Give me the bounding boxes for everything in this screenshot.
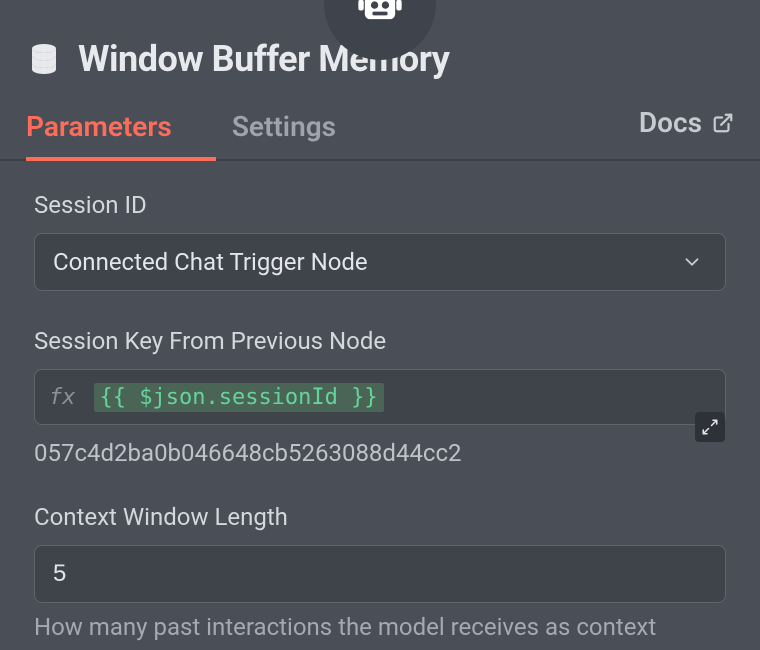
label-context-window: Context Window Length	[34, 503, 726, 531]
expression-chip: {{ $json.sessionId }}	[94, 383, 384, 412]
field-session-key: Session Key From Previous Node fx {{ $js…	[34, 327, 726, 467]
field-context-window: Context Window Length How many past inte…	[34, 503, 726, 641]
docs-label: Docs	[639, 106, 702, 139]
session-key-expression-input[interactable]: fx {{ $json.sessionId }}	[34, 369, 726, 425]
label-session-key: Session Key From Previous Node	[34, 327, 726, 355]
tabs-bar: Parameters Settings Docs	[0, 80, 760, 161]
chevron-down-icon	[681, 251, 703, 273]
tab-settings[interactable]: Settings	[232, 102, 336, 159]
context-window-input[interactable]	[34, 545, 726, 603]
database-icon	[26, 41, 62, 77]
toggle-expression-button[interactable]	[695, 412, 725, 442]
session-key-resolved: 057c4d2ba0b046648cb5263088d44cc2	[34, 439, 726, 467]
robot-icon	[354, 0, 406, 30]
session-id-value: Connected Chat Trigger Node	[53, 248, 368, 276]
field-session-id: Session ID Connected Chat Trigger Node	[34, 191, 726, 291]
session-id-select[interactable]: Connected Chat Trigger Node	[34, 233, 726, 291]
label-session-id: Session ID	[34, 191, 726, 219]
content-area: Session ID Connected Chat Trigger Node S…	[0, 161, 760, 641]
fx-badge: fx	[49, 385, 76, 410]
expand-icon	[701, 418, 719, 436]
docs-link[interactable]: Docs	[639, 106, 734, 155]
external-link-icon	[712, 112, 734, 134]
context-window-help: How many past interactions the model rec…	[34, 613, 726, 641]
tab-parameters[interactable]: Parameters	[26, 102, 172, 159]
